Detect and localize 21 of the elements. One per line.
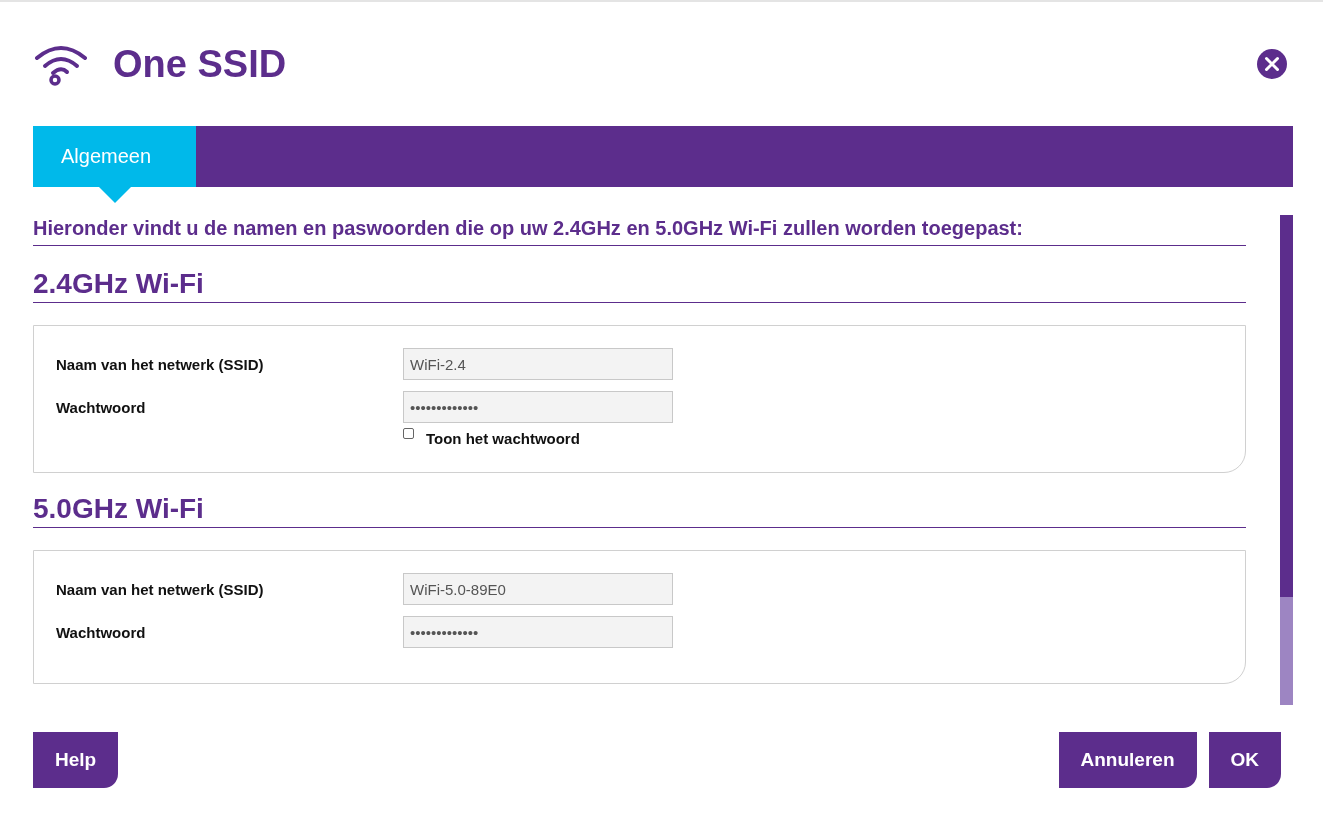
input-field[interactable]: ••••••••••••• — [403, 616, 673, 648]
field-label: Wachtwoord — [56, 398, 147, 416]
tab-pointer-icon — [99, 187, 131, 203]
ok-button[interactable]: OK — [1208, 732, 1281, 788]
close-icon[interactable] — [1257, 49, 1287, 79]
scrollbar[interactable] — [1280, 215, 1293, 705]
field-label: Naam van het netwerk (SSID) — [56, 355, 265, 373]
input-field[interactable]: WiFi-5.0-89E0 — [403, 573, 673, 605]
section-heading: 5.0GHz Wi-Fi — [33, 493, 205, 526]
scrollbar-thumb[interactable] — [1280, 215, 1293, 598]
checkbox[interactable] — [403, 428, 414, 439]
checkbox-label: Toon het wachtwoord — [426, 429, 580, 447]
cancel-button[interactable]: Annuleren — [1058, 732, 1197, 788]
section-heading: 2.4GHz Wi-Fi — [33, 268, 205, 301]
intro-text: Hieronder vindt u de namen en paswoorden die op uw 2.4GHz en 5.0GHz Wi-Fi zullen worden toegepast: — [33, 216, 1024, 241]
field-label: Wachtwoord — [56, 623, 147, 641]
help-button[interactable]: Help — [33, 732, 119, 788]
input-field[interactable]: WiFi-2.4 — [403, 348, 673, 380]
dialog-title: One SSID — [113, 42, 288, 86]
input-field[interactable]: ••••••••••••• — [403, 391, 673, 423]
field-label: Naam van het netwerk (SSID) — [56, 580, 265, 598]
